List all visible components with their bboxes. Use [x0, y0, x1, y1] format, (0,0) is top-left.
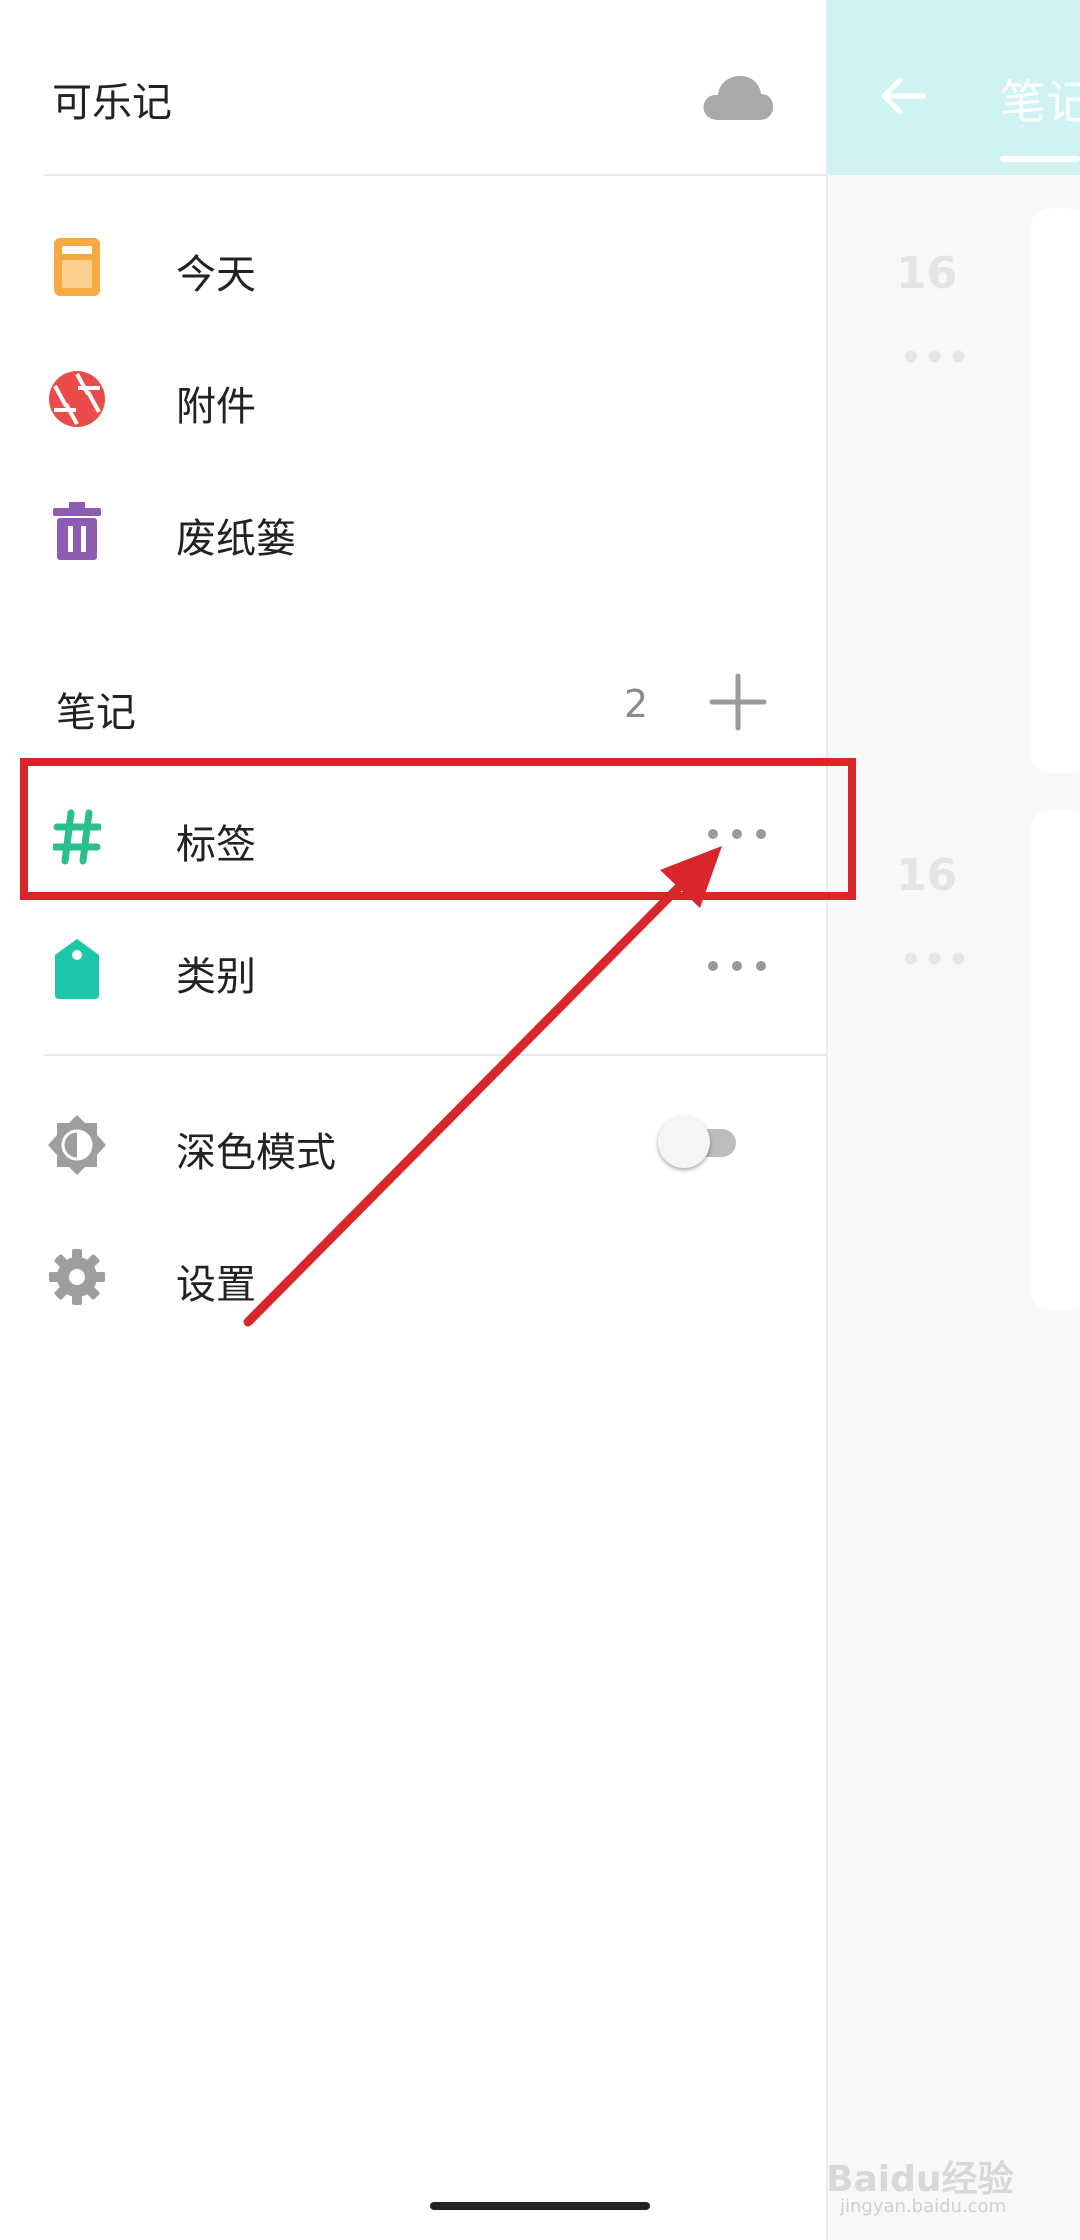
divider [44, 1054, 826, 1056]
drawer-item-label: 今天 [176, 252, 256, 298]
drawer-item-label: 类别 [176, 954, 256, 1000]
add-icon[interactable] [708, 672, 768, 732]
cloud-sync-icon[interactable] [700, 70, 776, 124]
back-arrow-icon[interactable] [872, 70, 932, 122]
app-title: 可乐记 [52, 80, 172, 126]
dark-mode-toggle[interactable] [658, 1112, 744, 1172]
note-more-icon[interactable]: ••• [900, 940, 971, 980]
note-day: 16 [896, 248, 958, 299]
notes-count: 2 [624, 682, 649, 726]
toggle-thumb [658, 1116, 710, 1168]
background-title[interactable]: 笔记 [1000, 66, 1080, 132]
dark-mode-icon [44, 1112, 110, 1178]
note-more-icon[interactable]: ••• [900, 338, 971, 378]
background-title-underline [1000, 156, 1080, 162]
drawer-item-attachments[interactable]: 附件 [0, 336, 826, 456]
trash-icon [44, 498, 110, 564]
drawer-item-trash[interactable]: 废纸篓 [0, 468, 826, 588]
watermark-url: jingyan.baidu.com [840, 2196, 1007, 2217]
divider [44, 174, 826, 176]
watermark-logo: Baidu经验 [826, 2159, 1014, 2200]
note-card[interactable] [1030, 810, 1080, 1310]
note-card[interactable] [1030, 208, 1080, 773]
drawer-item-label: 废纸篓 [176, 516, 296, 562]
gear-icon [44, 1244, 110, 1310]
drawer-edge [826, 0, 828, 2240]
drawer-item-categories[interactable]: 类别 [0, 906, 826, 1026]
more-options-icon[interactable] [708, 946, 766, 986]
note-day: 16 [896, 850, 958, 901]
drawer-item-settings[interactable]: 设置 [0, 1214, 826, 1334]
drawer-item-label: 设置 [176, 1262, 256, 1308]
drawer-item-label: 深色模式 [176, 1130, 336, 1176]
drawer-item-label: 附件 [176, 384, 256, 430]
navigation-drawer: 可乐记 今天 附件 废纸篓 笔记 2 标签 类别 深色模式 设置 [0, 0, 826, 2240]
drawer-item-dark-mode[interactable]: 深色模式 [0, 1082, 826, 1202]
annotation-highlight-box [20, 758, 856, 900]
drawer-item-today[interactable]: 今天 [0, 204, 826, 324]
notes-section-title: 笔记 [56, 690, 136, 736]
attachment-aperture-icon [44, 366, 110, 432]
today-icon [44, 234, 110, 300]
home-indicator[interactable] [430, 2202, 650, 2210]
tag-icon [44, 936, 110, 1002]
